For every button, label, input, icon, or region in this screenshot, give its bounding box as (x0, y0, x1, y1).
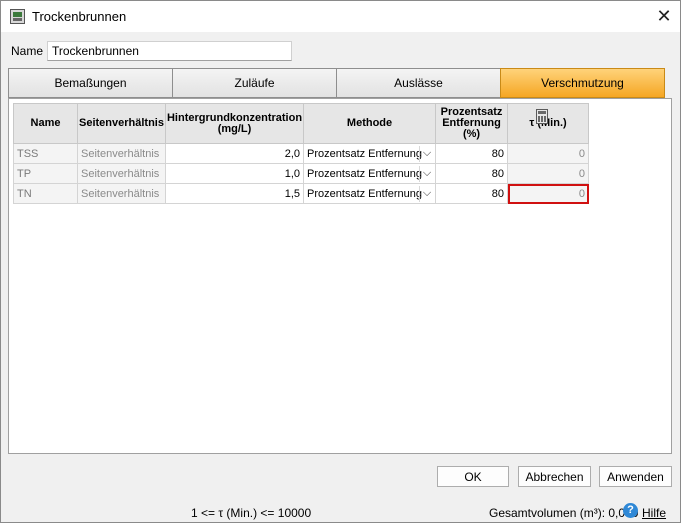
table-row: TSS Seitenverhältnis 2,0 Prozentsatz Ent… (13, 143, 590, 164)
name-label: Name (11, 44, 44, 58)
method-select[interactable]: Prozentsatz Entfernung ⌵ (303, 183, 437, 204)
apply-button[interactable]: Anwenden (599, 466, 672, 487)
background-cell[interactable]: 2,0 (164, 143, 305, 164)
header-method[interactable]: Methode (303, 103, 437, 144)
chevron-down-icon[interactable]: ⌵ (419, 146, 434, 162)
ok-button[interactable]: OK (437, 466, 509, 487)
row-name: TSS (13, 143, 78, 164)
tab-bar: Bemaßungen Zuläufe Auslässe Verschmutzun… (8, 68, 665, 98)
pollution-panel: Name Seitenverhältnis Hintergrundkonzent… (8, 98, 672, 454)
tau-cell[interactable]: 0 (507, 143, 590, 164)
tau-cell[interactable]: 0 (507, 163, 590, 184)
header-name[interactable]: Name (13, 103, 78, 144)
title-bar: Trockenbrunnen ✕ (1, 1, 680, 32)
row-name: TP (13, 163, 78, 184)
close-button[interactable]: ✕ (648, 3, 680, 29)
percent-cell[interactable]: 80 (435, 143, 509, 164)
background-cell[interactable]: 1,5 (164, 183, 305, 204)
chevron-down-icon[interactable]: ⌵ (419, 186, 434, 202)
ratio-cell: Seitenverhältnis (77, 143, 166, 164)
cancel-button[interactable]: Abbrechen (518, 466, 591, 487)
total-volume: Gesamtvolumen (m³): 0,000 (489, 506, 639, 520)
header-percent[interactable]: Prozentsatz Entfernung (%) (435, 103, 509, 144)
window-title: Trockenbrunnen (32, 9, 127, 24)
method-select[interactable]: Prozentsatz Entfernung ⌵ (303, 143, 437, 164)
table-row: TN Seitenverhältnis 1,5 Prozentsatz Entf… (13, 183, 590, 204)
name-input[interactable] (47, 41, 292, 61)
method-value: Prozentsatz Entfernung (307, 187, 423, 200)
row-name: TN (13, 183, 78, 204)
percent-cell[interactable]: 80 (435, 183, 509, 204)
header-ratio[interactable]: Seitenverhältnis (77, 103, 166, 144)
help-link[interactable]: Hilfe (642, 506, 666, 520)
dry-well-icon (10, 9, 25, 24)
table-header-row: Name Seitenverhältnis Hintergrundkonzent… (13, 103, 590, 144)
tab-bemassungen[interactable]: Bemaßungen (8, 68, 173, 98)
tab-verschmutzung[interactable]: Verschmutzung (500, 68, 665, 98)
tab-zulaeufe[interactable]: Zuläufe (172, 68, 337, 98)
method-value: Prozentsatz Entfernung (307, 147, 423, 160)
table-row: TP Seitenverhältnis 1,0 Prozentsatz Entf… (13, 163, 590, 184)
method-value: Prozentsatz Entfernung (307, 167, 423, 180)
header-background[interactable]: Hintergrundkonzentration (mg/L) (164, 103, 305, 144)
help-icon[interactable]: ? (623, 503, 638, 518)
ratio-cell: Seitenverhältnis (77, 183, 166, 204)
header-tau[interactable]: τ (Min.) (507, 103, 590, 144)
tab-auslaesse[interactable]: Auslässe (336, 68, 501, 98)
chevron-down-icon[interactable]: ⌵ (419, 166, 434, 182)
pollutant-table: Name Seitenverhältnis Hintergrundkonzent… (13, 103, 590, 204)
range-hint: 1 <= τ (Min.) <= 10000 (191, 506, 312, 520)
method-select[interactable]: Prozentsatz Entfernung ⌵ (303, 163, 437, 184)
calculator-icon[interactable] (536, 109, 548, 124)
percent-cell[interactable]: 80 (435, 163, 509, 184)
tau-cell-selected[interactable]: 0 (507, 183, 590, 204)
background-cell[interactable]: 1,0 (164, 163, 305, 184)
dialog-window: Trockenbrunnen ✕ Name Bemaßungen Zuläufe… (0, 0, 681, 523)
ratio-cell: Seitenverhältnis (77, 163, 166, 184)
